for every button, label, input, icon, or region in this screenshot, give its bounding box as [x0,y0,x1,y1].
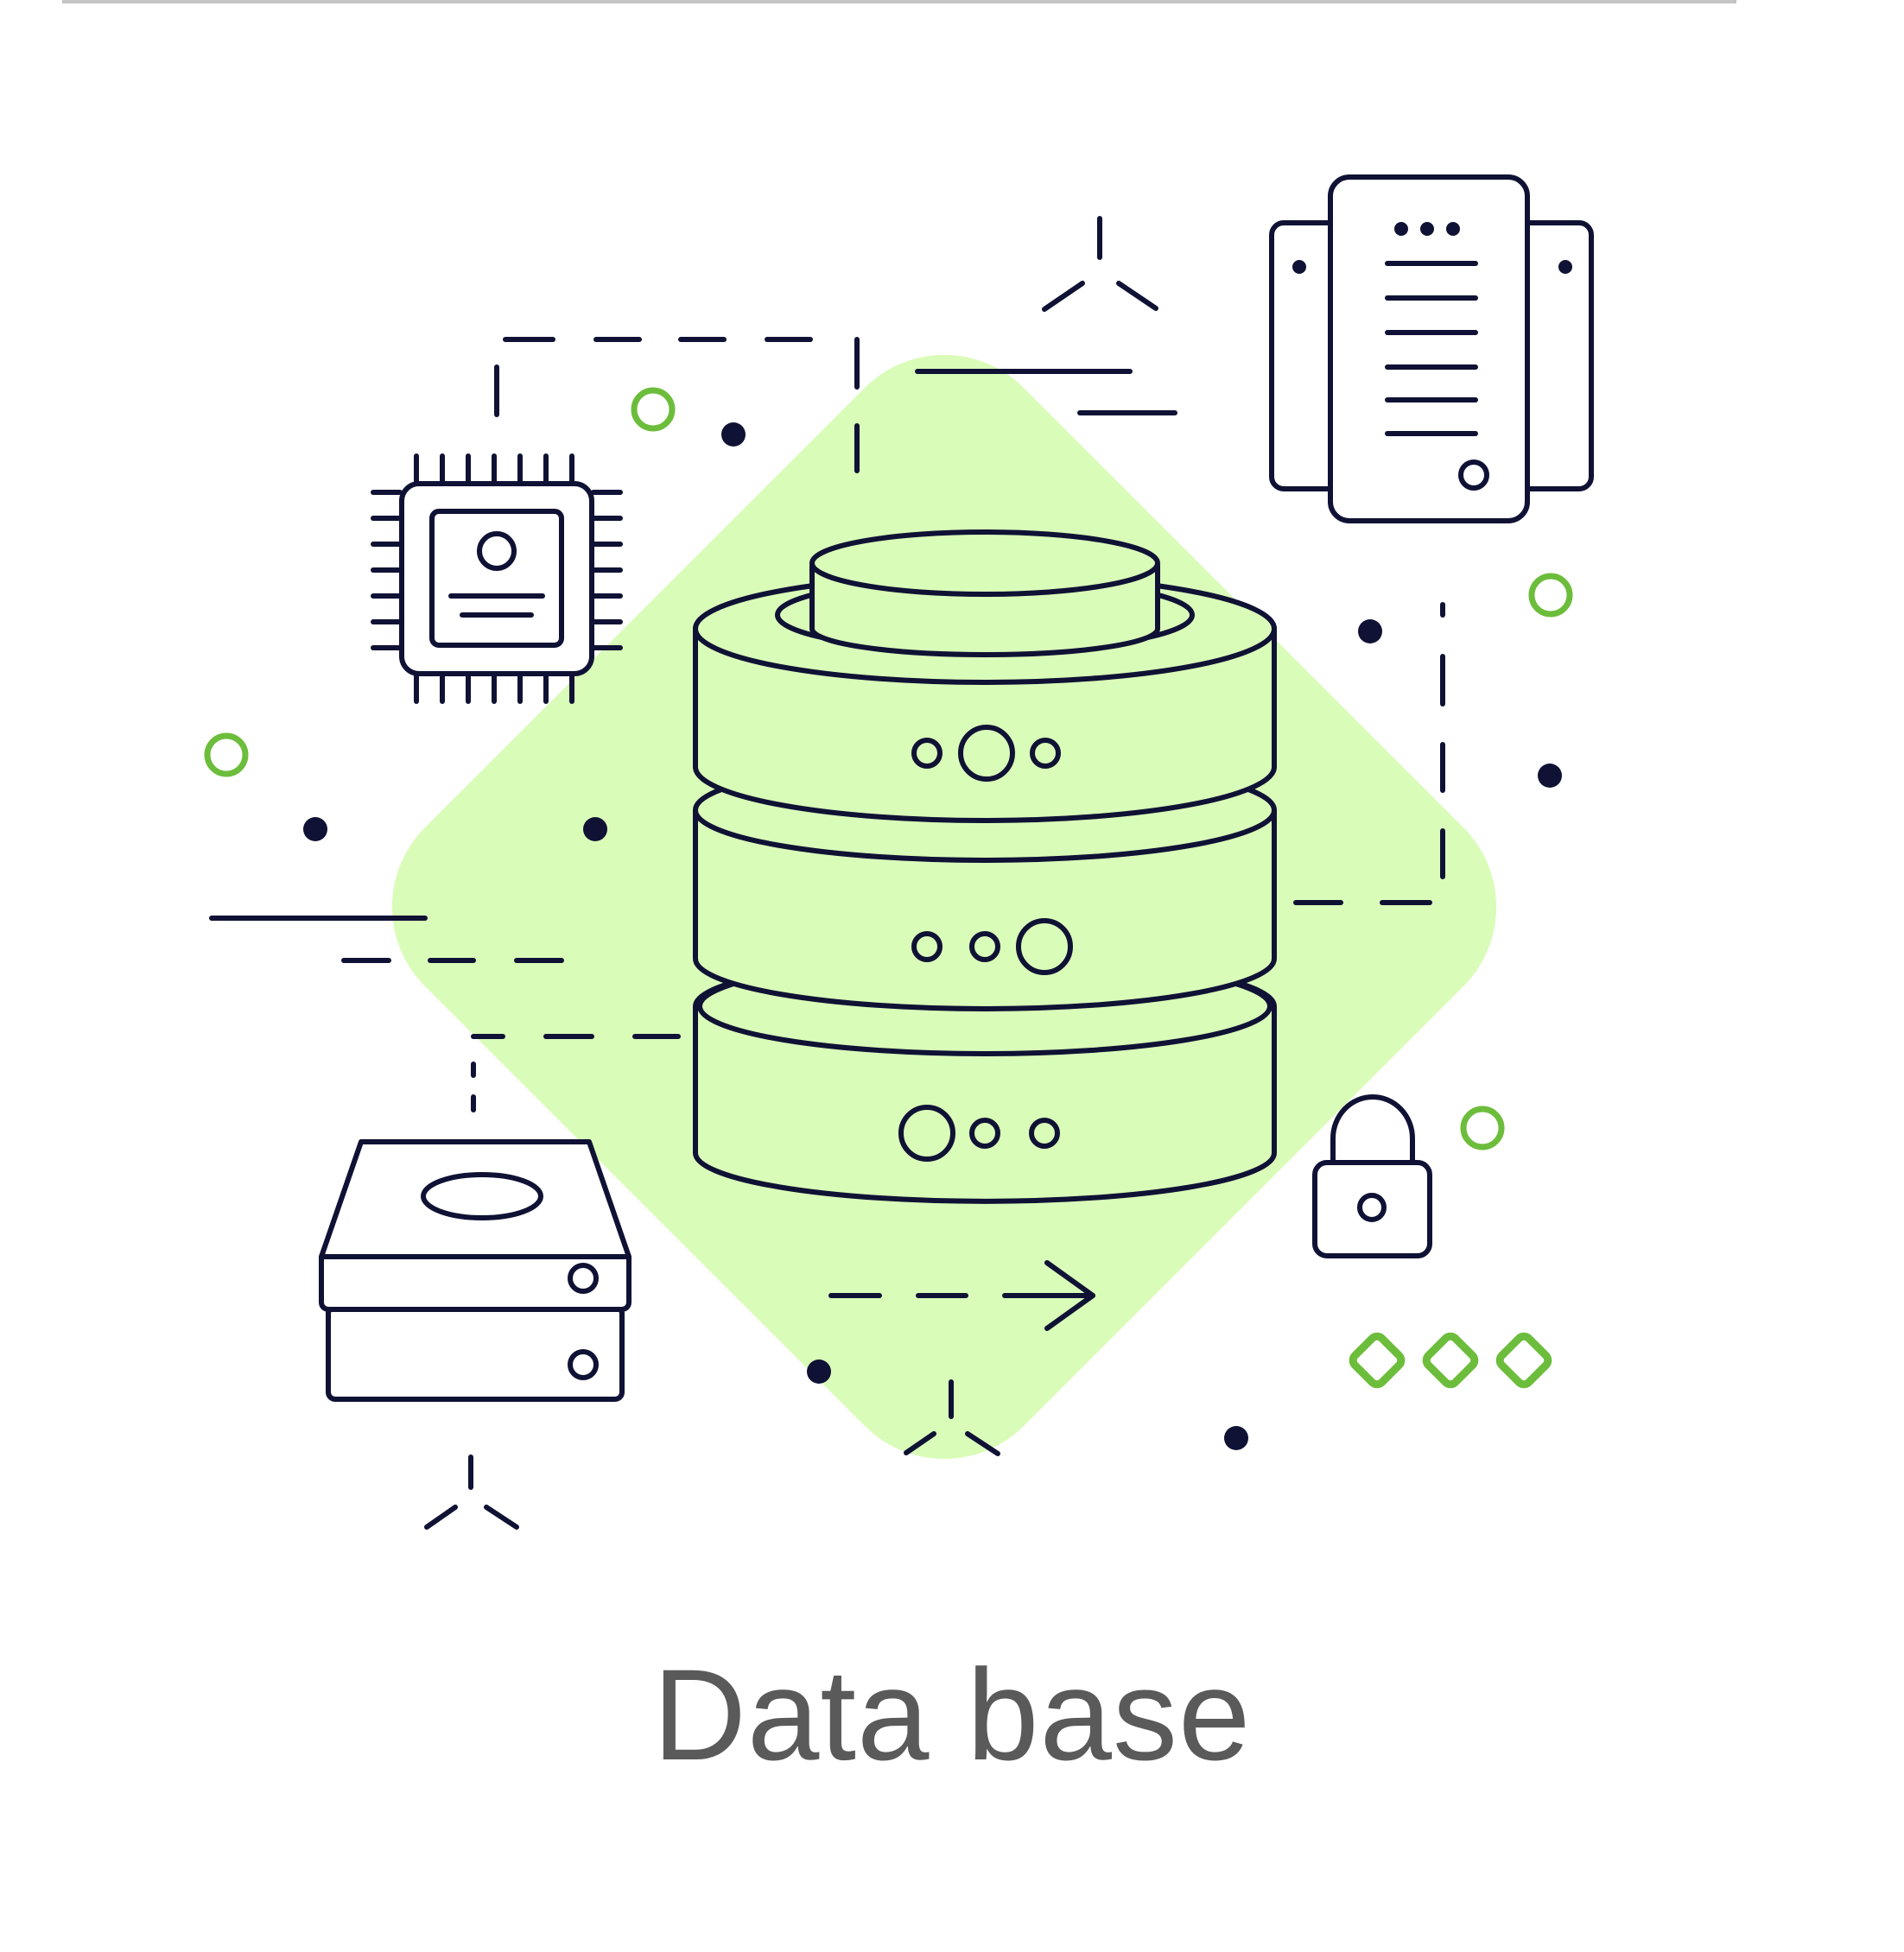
padlock-icon [1312,1094,1432,1258]
green-diamonds [1349,1332,1552,1389]
server-tower-icon [1269,174,1594,523]
database-stack-icon [693,529,1277,1204]
cpu-chip-icon [371,453,623,704]
caption-title: Data base [652,1642,1252,1787]
hard-drive-stack-icon [319,1139,631,1402]
